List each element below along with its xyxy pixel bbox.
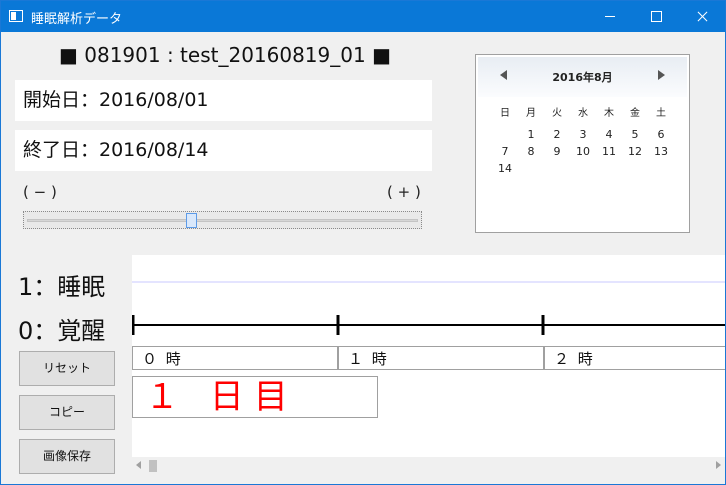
calendar-weekday: 日 [500,108,510,119]
calendar-day[interactable]: 10 [570,143,596,160]
scroll-left-icon[interactable] [136,461,141,469]
scroll-right-icon[interactable] [716,461,721,469]
legend-wake: 0：覚醒 [18,317,106,345]
zoom-slider-thumb[interactable] [186,213,197,228]
scroll-thumb[interactable] [149,460,157,472]
calendar-week-row: 123456 [492,126,674,143]
hour-label-2: ２ 時 [554,350,595,368]
end-date-field[interactable]: 終了日：2016/08/14 [15,130,432,171]
start-date-field[interactable]: 開始日：2016/08/01 [15,80,432,121]
month-calendar[interactable]: 2016年8月 日月火水木金土 1 2 3 4 5 6 7 8 9 10 11 12 13 14 [475,54,690,233]
zoom-minus-label: ( − ) [23,183,57,201]
calendar-day[interactable]: 14 [492,160,518,177]
close-button[interactable] [679,1,725,32]
calendar-week-row: 7 8 9 10 11 12 13 [492,143,674,160]
main-window: 睡眠解析データ ■ 081901 : test_20160819_01 ■ 開始… [0,0,726,485]
calendar-next-month-icon[interactable] [658,70,665,80]
day-label: １ 日目 [132,376,378,418]
zoom-slider-track [27,219,418,222]
calendar-day [544,160,570,177]
calendar-day [596,160,622,177]
calendar-day[interactable]: 6 [648,126,674,143]
zoom-plus-label: ( + ) [387,183,421,201]
calendar-day[interactable]: 12 [622,143,648,160]
calendar-header: 2016年8月 [478,57,687,97]
minimize-button[interactable] [587,1,633,32]
calendar-weekday: 土 [656,108,666,119]
calendar-week-row: 14 [492,160,674,177]
calendar-day [518,160,544,177]
zoom-slider[interactable] [23,211,422,229]
hour-label-1: １ 時 [348,350,389,368]
calendar-weekday-row: 日月火水木金土 [492,105,674,122]
calendar-day [648,160,674,177]
calendar-day[interactable]: 7 [492,143,518,160]
maximize-button[interactable] [633,1,679,32]
calendar-day [622,160,648,177]
calendar-weekday: 水 [578,108,588,119]
calendar-day[interactable]: 5 [622,126,648,143]
reset-button[interactable]: リセット [19,351,115,386]
calendar-day[interactable]: 1 [518,126,544,143]
calendar-weekday: 月 [526,108,536,119]
calendar-day [570,160,596,177]
calendar-day[interactable]: 2 [544,126,570,143]
calendar-day[interactable]: 13 [648,143,674,160]
save-image-button[interactable]: 画像保存 [19,439,115,474]
copy-button[interactable]: コピー [19,395,115,430]
calendar-day[interactable]: 4 [596,126,622,143]
calendar-day[interactable]: 11 [596,143,622,160]
calendar-day[interactable]: 9 [544,143,570,160]
calendar-grid: 日月火水木金土 1 2 3 4 5 6 7 8 9 10 11 12 13 14 [492,105,674,177]
app-window-icon [9,10,23,22]
hour-label-0: ０ 時 [142,350,183,368]
calendar-weekday: 木 [604,108,614,119]
subject-header: ■ 081901 : test_20160819_01 ■ [59,43,391,67]
horizontal-scrollbar[interactable] [132,457,725,474]
window-title: 睡眠解析データ [31,12,123,27]
title-bar: 睡眠解析データ [1,1,725,32]
timeline-svg [132,281,725,370]
calendar-weekday: 金 [630,108,640,119]
sleep-timeline: ０ 時 １ 時 ２ 時 １ 日目 [132,255,725,457]
calendar-month-title[interactable]: 2016年8月 [478,69,687,85]
calendar-day [492,126,518,143]
calendar-day[interactable]: 3 [570,126,596,143]
calendar-day[interactable]: 8 [518,143,544,160]
legend-sleep: 1：睡眠 [18,273,106,301]
calendar-weekday: 火 [552,108,562,119]
